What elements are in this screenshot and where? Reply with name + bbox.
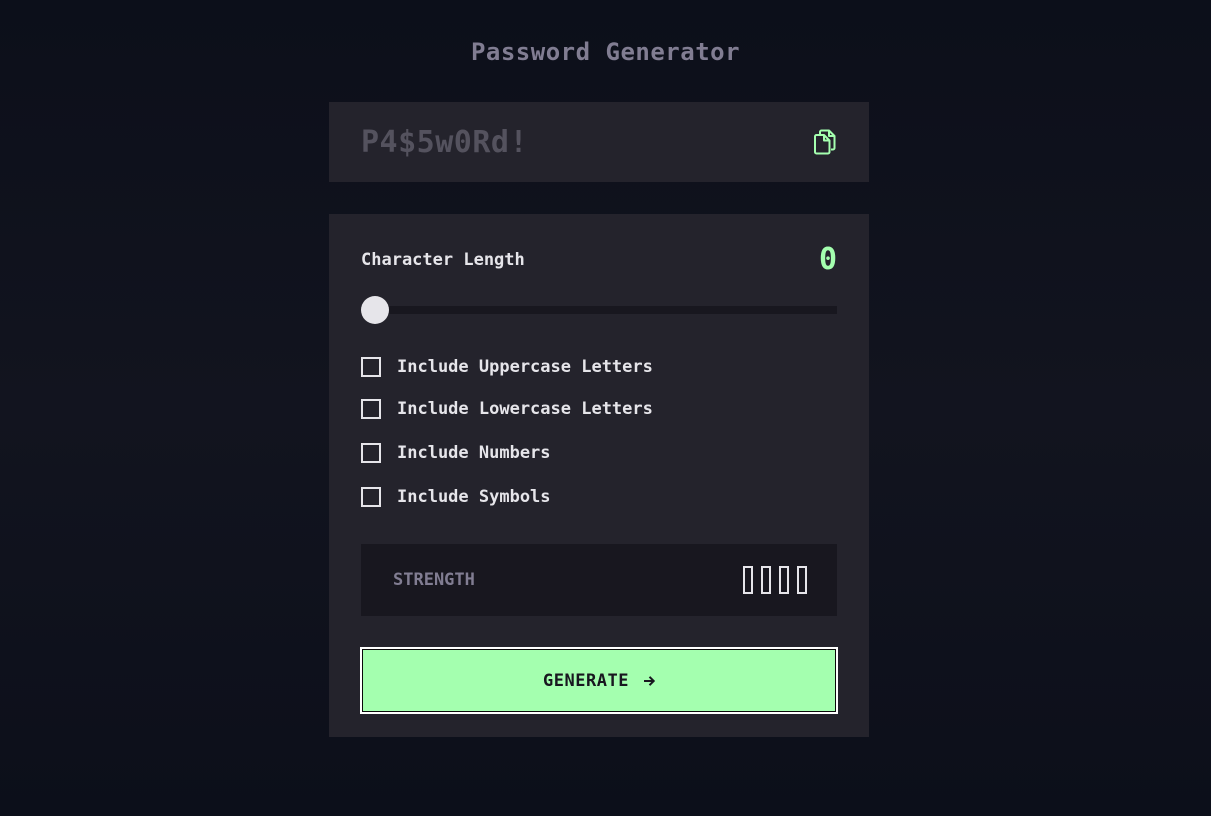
option-label: Include Lowercase Letters: [397, 399, 653, 419]
strength-bar: [779, 566, 789, 594]
strength-label: STRENGTH: [393, 570, 475, 590]
slider-thumb[interactable]: [361, 296, 389, 324]
generate-label: GENERATE: [543, 670, 629, 691]
option-label: Include Symbols: [397, 487, 551, 507]
password-display: P4$5w0Rd!: [329, 102, 869, 182]
checkbox-numbers[interactable]: [361, 443, 381, 463]
option-uppercase[interactable]: Include Uppercase Letters: [361, 357, 653, 377]
copy-icon: [814, 129, 836, 155]
copy-button[interactable]: [813, 129, 837, 155]
checkbox-uppercase[interactable]: [361, 357, 381, 377]
arrow-right-icon: [643, 675, 655, 687]
password-output: P4$5w0Rd!: [361, 124, 529, 160]
length-value: 0: [818, 242, 837, 277]
length-slider[interactable]: [361, 296, 837, 324]
option-symbols[interactable]: Include Symbols: [361, 487, 551, 507]
option-numbers[interactable]: Include Numbers: [361, 443, 551, 463]
length-label: Character Length: [361, 249, 525, 270]
strength-meter: STRENGTH: [361, 544, 837, 616]
page-title: Password Generator: [470, 38, 741, 66]
checkbox-symbols[interactable]: [361, 487, 381, 507]
settings-panel: Character Length 0 Include Uppercase Let…: [329, 214, 869, 737]
strength-bar: [761, 566, 771, 594]
length-row: Character Length 0: [361, 242, 837, 277]
checkbox-lowercase[interactable]: [361, 399, 381, 419]
strength-bar: [797, 566, 807, 594]
option-lowercase[interactable]: Include Lowercase Letters: [361, 399, 653, 419]
option-label: Include Uppercase Letters: [397, 357, 653, 377]
generate-button[interactable]: GENERATE: [360, 647, 838, 714]
option-label: Include Numbers: [397, 443, 551, 463]
strength-bars: [743, 566, 807, 594]
strength-bar: [743, 566, 753, 594]
